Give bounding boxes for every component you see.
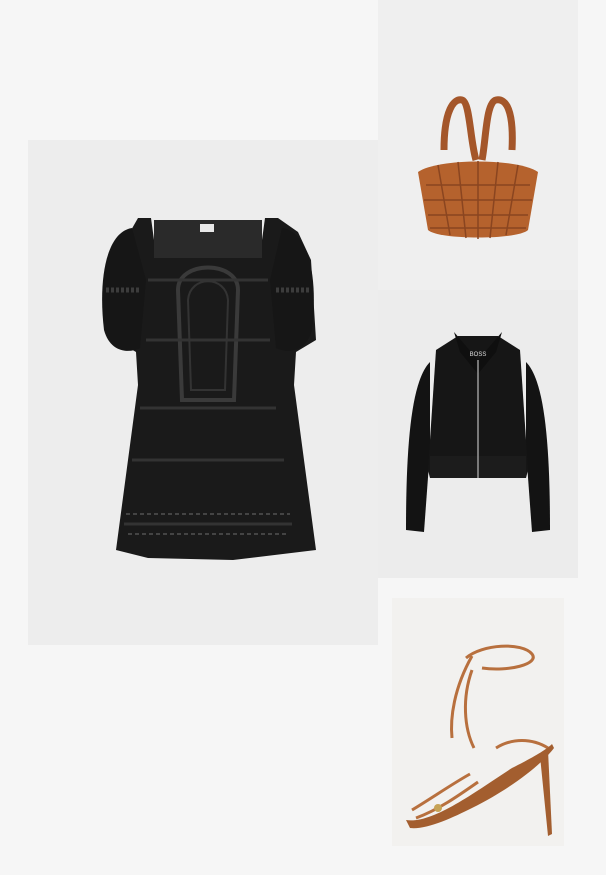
jacket-image: BOSS: [406, 332, 550, 532]
product-tile-sandal[interactable]: [392, 598, 564, 846]
bag-image: [418, 96, 538, 239]
jacket-brand-label: BOSS: [470, 352, 487, 358]
product-tile-dress[interactable]: [28, 140, 378, 645]
sandal-image: [406, 644, 554, 836]
product-tile-bag[interactable]: [378, 0, 578, 290]
dress-image: [102, 218, 316, 560]
product-tile-jacket[interactable]: BOSS: [378, 290, 578, 578]
